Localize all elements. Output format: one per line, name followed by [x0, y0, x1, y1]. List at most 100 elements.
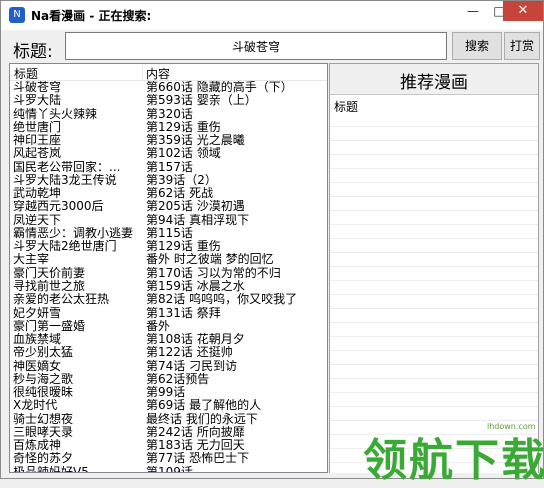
minimize-button[interactable]: —: [459, 1, 487, 21]
result-title: 斗罗大陆3龙王传说: [13, 173, 117, 187]
result-title: X龙时代: [13, 399, 58, 413]
result-row[interactable]: 百炼成神 第183话 无力回天: [10, 439, 327, 452]
result-content: 第183话 无力回天: [146, 439, 245, 453]
result-title: 纯情丫头火辣辣: [13, 107, 98, 121]
result-title: 武动乾坤: [13, 187, 62, 201]
result-title: 神印王座: [13, 134, 62, 148]
result-content: 第359话 光之晨曦: [146, 134, 245, 148]
result-content: 第102话 领域: [146, 147, 221, 161]
result-title: 凤逆天下: [13, 213, 62, 227]
result-content: 第242话 所向披靡: [146, 425, 245, 439]
result-title: 秒与海之歌: [13, 372, 74, 386]
result-title: 穿越西元3000后: [13, 200, 104, 214]
result-title: 帝少别太猛: [13, 346, 74, 360]
donate-button[interactable]: 打赏: [504, 32, 540, 60]
result-content: 番外: [146, 319, 171, 333]
result-row[interactable]: 亲爱的老公太狂热 第82话 呜呜呜，你又咬我了: [10, 293, 327, 306]
result-row[interactable]: 秒与海之歌 第62话预告: [10, 373, 327, 386]
result-title: 豪门天价前妻: [13, 266, 86, 280]
result-row[interactable]: X龙时代 第69话 最了解他的人: [10, 399, 327, 412]
watermark-text: 领航下载: [363, 435, 544, 486]
result-content: 第94话 真相浮现下: [146, 213, 250, 227]
result-title: 国民老公带回家：...: [13, 160, 121, 174]
result-row[interactable]: 奇怪的苏夕 第77话 恐怖巴士下: [10, 452, 327, 465]
result-content: 第74话 刁民到访: [146, 359, 238, 373]
result-row[interactable]: 很纯很暧昧 第99话: [10, 386, 327, 399]
column-header-title[interactable]: 标题: [14, 65, 38, 82]
result-row[interactable]: 绝世唐门 第129话 重伤: [10, 121, 327, 134]
result-row[interactable]: 寻找前世之旅 第159话 冰晨之水: [10, 280, 327, 293]
result-content: 第115话: [146, 226, 193, 240]
result-content: 第157话: [146, 160, 193, 174]
title-bar: N Na看漫画 - 正在搜索: — □ ✕: [1, 1, 543, 30]
result-title: 亲爱的老公太狂热: [13, 293, 110, 307]
result-row[interactable]: 斗罗大陆2绝世唐门 第129话 重伤: [10, 240, 327, 253]
result-content: 第129话 重伤: [146, 120, 221, 134]
result-row[interactable]: 斗破苍穹 第660话 隐藏的高手（下）: [10, 81, 327, 94]
result-row[interactable]: 国民老公带回家：... 第157话: [10, 161, 327, 174]
result-content: 第99话: [146, 386, 186, 400]
result-title: 妃夕妍雪: [13, 306, 62, 320]
result-title: 豪门第一盛婚: [13, 319, 86, 333]
result-title: 很纯很暧昧: [13, 386, 74, 400]
result-title: 风起苍岚: [13, 147, 62, 161]
column-header-content[interactable]: 内容: [146, 65, 170, 82]
result-title: 霸情恶少：调教小逃妻: [13, 226, 134, 240]
result-content: 第660话 隐藏的高手（下）: [146, 81, 293, 94]
result-row[interactable]: 武动乾坤 第62话 死战: [10, 187, 327, 200]
recommend-title: 推荐漫画: [400, 73, 468, 93]
result-content: 第129话 重伤: [146, 240, 221, 254]
result-title: 绝世唐门: [13, 120, 62, 134]
result-title: 奇怪的苏夕: [13, 452, 74, 466]
results-header: 标题 内容: [10, 64, 327, 81]
result-row[interactable]: 极品辣妈好V5 第109话: [10, 465, 327, 473]
result-row[interactable]: 凤逆天下 第94话 真相浮现下: [10, 214, 327, 227]
result-row[interactable]: 斗罗大陆3龙王传说 第39话（2）: [10, 174, 327, 187]
result-content: 第170话 习以为常的不归: [146, 266, 281, 280]
results-list[interactable]: 标题 内容 斗破苍穹 第660话 隐藏的高手（下） 斗罗大陆 第593话 婴亲（上）纯…: [9, 63, 328, 473]
result-row[interactable]: 神印王座 第359话 光之晨曦: [10, 134, 327, 147]
search-button[interactable]: 搜索: [452, 32, 502, 60]
result-content: 第593话 婴亲（上）: [146, 94, 257, 108]
result-title: 神医嫡女: [13, 359, 62, 373]
result-content: 第62话 死战: [146, 187, 214, 201]
result-title: 斗罗大陆: [13, 94, 62, 108]
result-row[interactable]: 血族禁域 第108话 花朝月夕: [10, 333, 327, 346]
result-content: 第69话 最了解他的人: [146, 399, 262, 413]
result-title: 血族禁域: [13, 333, 62, 347]
results-rows: 斗破苍穹 第660话 隐藏的高手（下） 斗罗大陆 第593话 婴亲（上） 纯情丫头火辣辣…: [10, 81, 327, 473]
result-row[interactable]: 神医嫡女 第74话 刁民到访: [10, 360, 327, 373]
result-title: 百炼成神: [13, 439, 62, 453]
result-row[interactable]: 霸情恶少：调教小逃妻 第115话: [10, 227, 327, 240]
result-title: 斗破苍穹: [13, 81, 62, 94]
result-row[interactable]: 妃夕妍雪 第131话 祭拜: [10, 307, 327, 320]
main-window: N Na看漫画 - 正在搜索: — □ ✕ 标题: 搜索 打赏 标题 内容 斗破…: [0, 0, 544, 486]
close-button[interactable]: ✕: [503, 1, 543, 21]
result-row[interactable]: 纯情丫头火辣辣 第320话: [10, 108, 327, 121]
result-row[interactable]: 大主宰 番外 时之彼端 梦的回忆: [10, 253, 327, 266]
result-title: 极品辣妈好V5: [13, 465, 89, 473]
result-content: 第108话 花朝月夕: [146, 333, 245, 347]
result-row[interactable]: 斗罗大陆 第593话 婴亲（上）: [10, 94, 327, 107]
result-row[interactable]: 三眼哮天录 第242话 所向披靡: [10, 426, 327, 439]
result-title: 三眼哮天录: [13, 425, 74, 439]
result-row[interactable]: 穿越西元3000后 第205话 沙漠初遇: [10, 200, 327, 213]
column-divider[interactable]: [142, 64, 143, 80]
search-input[interactable]: [65, 32, 447, 60]
result-content: 第320话: [146, 107, 193, 121]
result-title: 寻找前世之旅: [13, 279, 86, 293]
result-row[interactable]: 豪门天价前妻 第170话 习以为常的不归: [10, 267, 327, 280]
search-label: 标题:: [13, 42, 53, 62]
result-content: 第205话 沙漠初遇: [146, 200, 245, 214]
result-row[interactable]: 豪门第一盛婚 番外: [10, 320, 327, 333]
result-row[interactable]: 风起苍岚 第102话 领域: [10, 147, 327, 160]
app-icon: N: [9, 7, 25, 23]
result-content: 番外 时之彼端 梦的回忆: [146, 253, 274, 267]
result-title: 骑士幻想夜: [13, 412, 74, 426]
watermark-logo: lhdown.com 领航下载: [357, 406, 544, 486]
result-row[interactable]: 骑士幻想夜 最终话 我们的永远下: [10, 413, 327, 426]
result-content: 第77话 恐怖巴士下: [146, 452, 250, 466]
result-content: 最终话 我们的永远下: [146, 412, 258, 426]
result-content: 第122话 还挺帅: [146, 346, 233, 360]
result-row[interactable]: 帝少别太猛 第122话 还挺帅: [10, 346, 327, 359]
